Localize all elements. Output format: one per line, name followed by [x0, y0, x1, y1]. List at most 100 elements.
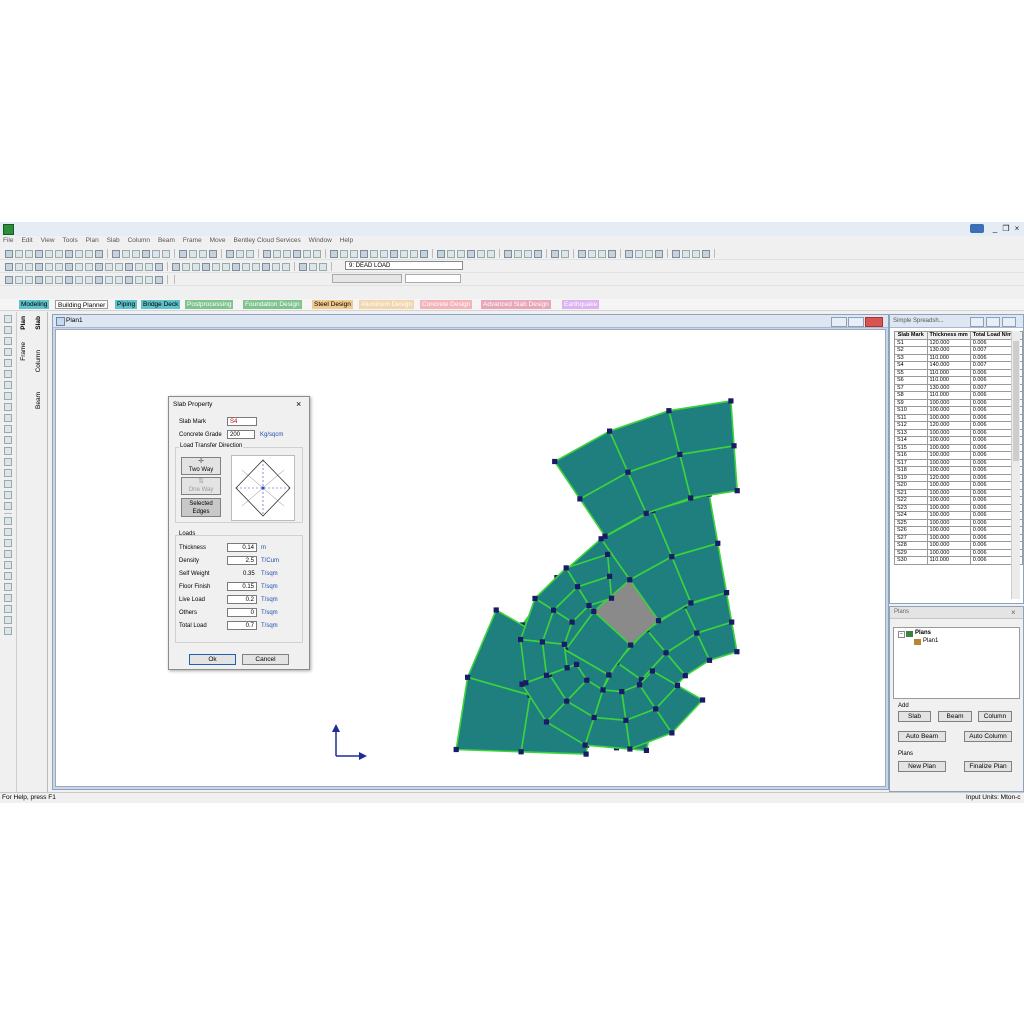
slab-mark-cell[interactable]: S14 — [894, 436, 928, 445]
left-tool-icon[interactable] — [4, 425, 12, 433]
table-row[interactable]: S8 110.000 0.006 — [894, 391, 1024, 400]
thickness-cell[interactable]: 120.000 — [926, 338, 971, 347]
toolbar-tool-icon[interactable] — [390, 250, 398, 258]
toolbar-tool-icon[interactable] — [313, 250, 321, 258]
column-node[interactable] — [674, 682, 681, 689]
toolbar-tool-icon[interactable] — [192, 263, 200, 271]
table-row[interactable]: S13 100.000 0.006 — [894, 428, 1024, 437]
toolbar-tool-icon[interactable] — [420, 250, 428, 258]
toolbar-tool-icon[interactable] — [112, 250, 120, 258]
table-row[interactable]: S22 100.000 0.006 — [894, 496, 1024, 505]
thickness-cell[interactable]: 140.000 — [926, 361, 971, 370]
concrete-grade-select[interactable]: 200 — [227, 430, 255, 439]
toolbar-tool-icon[interactable] — [655, 250, 663, 258]
restore-button[interactable]: ❐ — [1001, 224, 1011, 233]
column-node[interactable] — [552, 458, 558, 465]
tree-child-label[interactable]: Plan1 — [923, 638, 938, 644]
toolbar-tool-icon[interactable] — [35, 263, 43, 271]
column-node[interactable] — [543, 719, 550, 725]
thickness-cell[interactable]: 100.000 — [926, 466, 971, 475]
toolbar-tool-icon[interactable] — [145, 263, 153, 271]
side-tab-column[interactable]: Column — [35, 350, 42, 372]
table-row[interactable]: S17 100.000 0.006 — [894, 458, 1024, 467]
slab-mark-cell[interactable]: S16 — [894, 451, 928, 460]
left-tool-icon[interactable] — [4, 326, 12, 334]
side-tab-plan[interactable]: Plan — [20, 316, 27, 330]
toolbar-tool-icon[interactable] — [437, 250, 445, 258]
column-node[interactable] — [723, 590, 730, 596]
menu-tools[interactable]: Tools — [60, 236, 81, 246]
selected-edges-button[interactable]: Selected Edges — [181, 498, 221, 517]
column-node[interactable] — [734, 649, 740, 655]
toolbar-tool-icon[interactable] — [410, 250, 418, 258]
spreadsheet-scrollbar[interactable] — [1011, 331, 1020, 599]
toolbar-tool-icon[interactable] — [293, 250, 301, 258]
thickness-field[interactable]: 0.14 — [227, 543, 257, 552]
side-tab-slab[interactable]: Slab — [35, 316, 42, 330]
table-row[interactable]: S10 100.000 0.006 — [894, 406, 1024, 415]
toolbar-tool-icon[interactable] — [15, 276, 23, 284]
filter-combo[interactable] — [332, 274, 402, 283]
toolbar-tool-icon[interactable] — [514, 250, 522, 258]
left-tool-icon[interactable] — [4, 572, 12, 580]
cancel-button[interactable]: Cancel — [242, 654, 289, 665]
column-node[interactable] — [586, 602, 592, 609]
column-node[interactable] — [564, 665, 570, 671]
toolbar-tool-icon[interactable] — [283, 250, 291, 258]
tree-root-label[interactable]: Plans — [915, 630, 931, 636]
thickness-cell[interactable]: 110.000 — [926, 353, 971, 362]
column-node[interactable] — [627, 746, 633, 752]
column-node[interactable] — [734, 488, 740, 494]
user-account-icon[interactable] — [970, 224, 984, 233]
column-node[interactable] — [561, 641, 567, 647]
left-tool-icon[interactable] — [4, 480, 12, 488]
toolbar-tool-icon[interactable] — [85, 276, 93, 284]
slab-mark-cell[interactable]: S3 — [894, 353, 928, 362]
side-tab-frame[interactable]: Frame — [20, 342, 27, 361]
toolbar-tool-icon[interactable] — [75, 250, 83, 258]
toolbar-tool-icon[interactable] — [95, 276, 103, 284]
menu-help[interactable]: Help — [337, 236, 356, 246]
toolbar-tool-icon[interactable] — [246, 250, 254, 258]
table-row[interactable]: S20 100.000 0.006 — [894, 481, 1024, 490]
slab-mark-cell[interactable]: S26 — [894, 526, 928, 535]
auto-beam-button[interactable]: Auto Beam — [898, 731, 946, 742]
thickness-cell[interactable]: 100.000 — [926, 451, 971, 460]
toolbar-tool-icon[interactable] — [380, 250, 388, 258]
left-tool-icon[interactable] — [4, 550, 12, 558]
toolbar-tool-icon[interactable] — [85, 263, 93, 271]
slab-mark-cell[interactable]: S12 — [894, 421, 928, 430]
spreadsheet-restore-button[interactable] — [986, 317, 1000, 327]
toolbar-tool-icon[interactable] — [252, 263, 260, 271]
toolbar-tool-icon[interactable] — [55, 250, 63, 258]
col-header-thickness[interactable]: Thickness mm — [926, 331, 971, 340]
left-tool-icon[interactable] — [4, 605, 12, 613]
slab-mark-cell[interactable]: S5 — [894, 368, 928, 377]
toolbar-tool-icon[interactable] — [635, 250, 643, 258]
add-column-button[interactable]: Column — [978, 711, 1012, 722]
toolbar-tool-icon[interactable] — [319, 263, 327, 271]
column-node[interactable] — [591, 608, 597, 614]
table-row[interactable]: S27 100.000 0.006 — [894, 533, 1024, 542]
toolbar-tool-icon[interactable] — [35, 276, 43, 284]
toolbar-tool-icon[interactable] — [263, 250, 271, 258]
table-row[interactable]: S19 120.000 0.006 — [894, 473, 1024, 482]
load-case-select[interactable]: 9: DEAD LOAD — [345, 261, 463, 270]
toolbar-tool-icon[interactable] — [25, 276, 33, 284]
slab-mark-cell[interactable]: S2 — [894, 346, 928, 355]
column-node[interactable] — [643, 510, 649, 516]
menu-column[interactable]: Column — [125, 236, 153, 246]
tree-expand-icon[interactable]: − — [898, 631, 905, 638]
toolbar-tool-icon[interactable] — [588, 250, 596, 258]
thickness-cell[interactable]: 100.000 — [926, 436, 971, 445]
slab-panel[interactable] — [667, 399, 735, 456]
toolbar-tool-icon[interactable] — [262, 263, 270, 271]
toolbar-tool-icon[interactable] — [105, 276, 113, 284]
toolbar-tool-icon[interactable] — [578, 250, 586, 258]
col-header-slab-mark[interactable]: Slab Mark — [894, 331, 928, 340]
toolbar-tool-icon[interactable] — [85, 250, 93, 258]
toolbar-tool-icon[interactable] — [55, 276, 63, 284]
column-node[interactable] — [682, 673, 688, 679]
toolbar-tool-icon[interactable] — [272, 263, 280, 271]
slab-mark-cell[interactable]: S24 — [894, 511, 928, 520]
